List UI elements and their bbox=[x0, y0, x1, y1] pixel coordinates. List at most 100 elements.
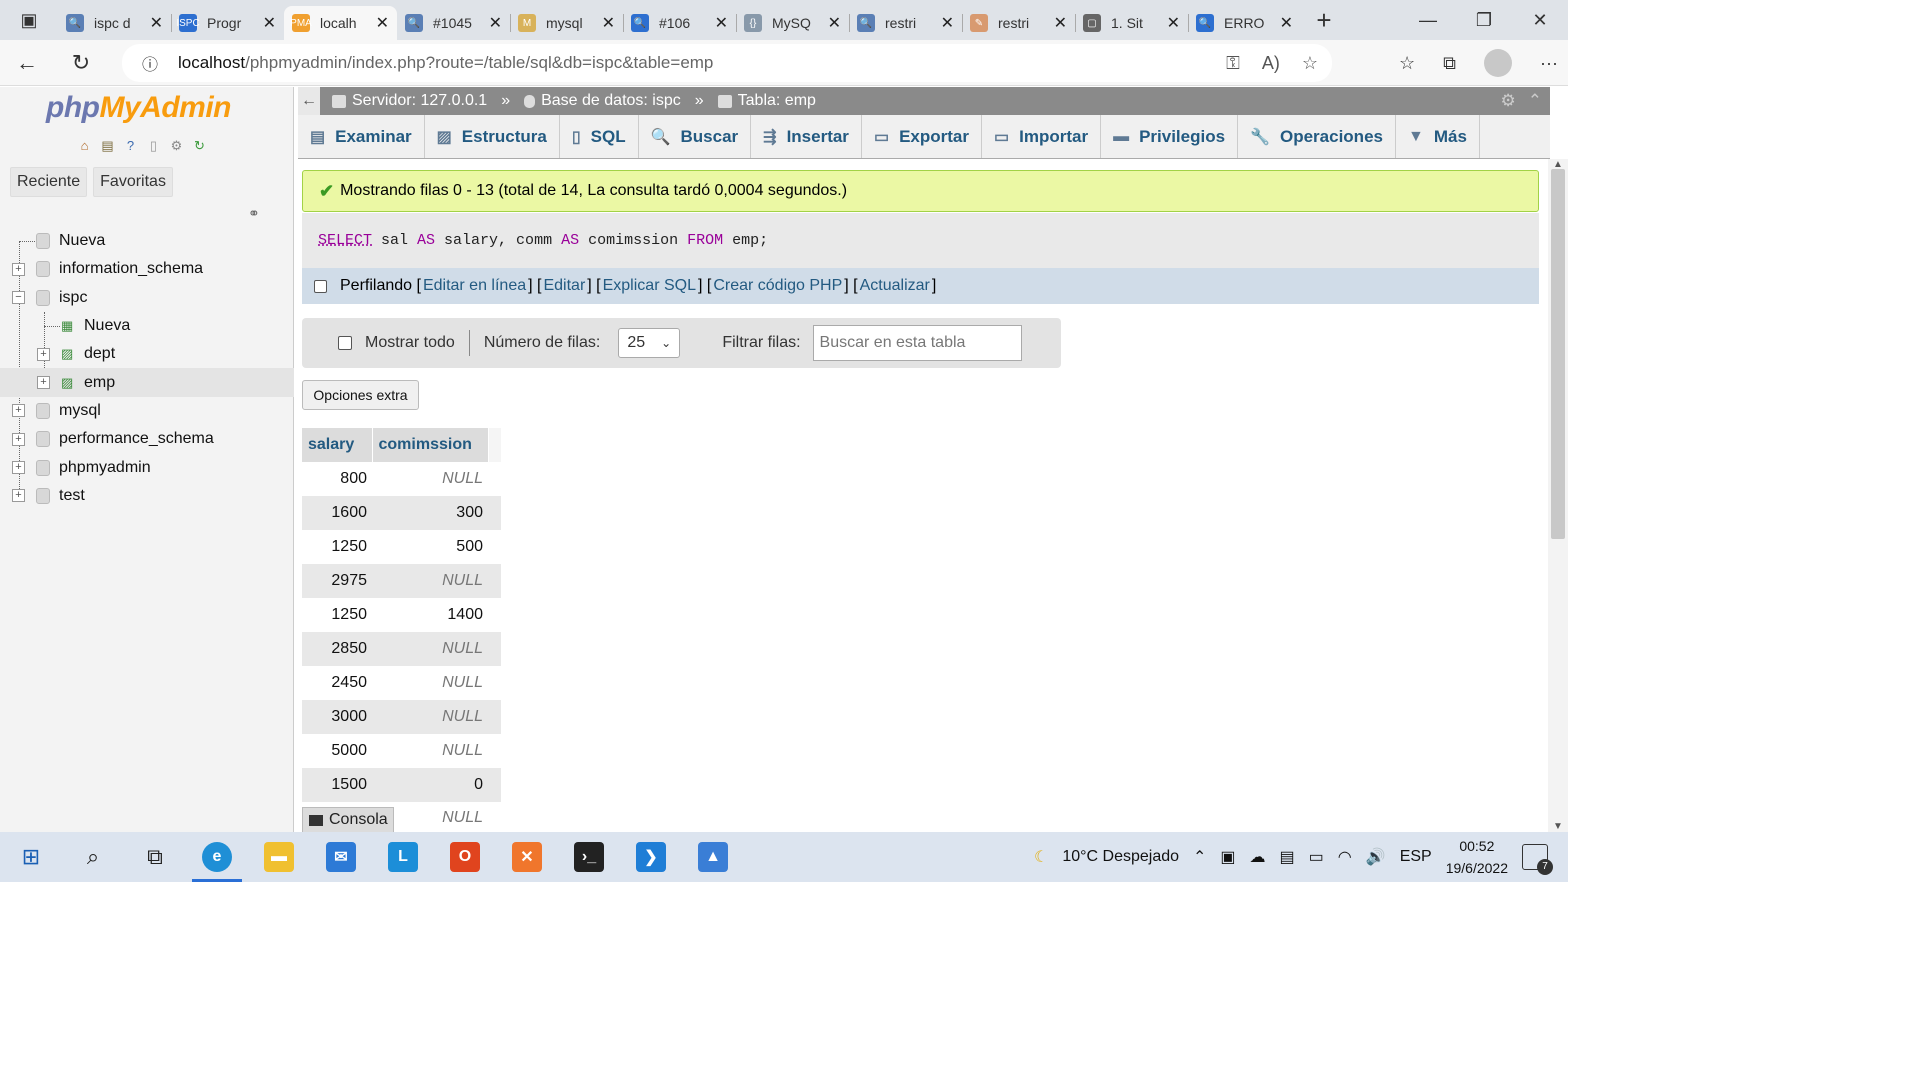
l-app-icon[interactable]: L bbox=[372, 832, 434, 882]
tree-item-ispc[interactable]: − ispc bbox=[0, 284, 294, 312]
browser-tab[interactable]: 🔍 #1045 ✕ bbox=[397, 6, 510, 40]
browser-tab[interactable]: 🔍 #106 ✕ bbox=[623, 6, 736, 40]
close-tab-icon[interactable]: ✕ bbox=[1280, 13, 1293, 33]
tab-exportar[interactable]: ▭ Exportar bbox=[862, 115, 982, 158]
expand-icon[interactable]: + bbox=[12, 432, 25, 446]
tab-insertar[interactable]: ⇶ Insertar bbox=[751, 115, 862, 158]
search-icon[interactable]: ⌕ bbox=[62, 832, 124, 882]
scrollbar-thumb[interactable] bbox=[1551, 169, 1565, 539]
close-tab-icon[interactable]: ✕ bbox=[602, 13, 615, 33]
app-tray-icon[interactable]: ▤ bbox=[1280, 847, 1295, 867]
table-row[interactable]: 1250 500 bbox=[302, 530, 501, 564]
tab-sql[interactable]: ▯ SQL bbox=[560, 115, 639, 158]
collections-icon[interactable]: ⧉ bbox=[1443, 53, 1456, 74]
breadcrumb-database[interactable]: Base de datos: ispc bbox=[541, 92, 681, 110]
office-icon[interactable]: O bbox=[434, 832, 496, 882]
tab-mas[interactable]: ▼ Más bbox=[1396, 115, 1480, 158]
tree-item-phpmyadmin[interactable]: + phpmyadmin bbox=[0, 453, 294, 481]
close-window-icon[interactable]: ✕ bbox=[1512, 0, 1568, 40]
browser-tab[interactable]: 🔍 ERRO ✕ bbox=[1188, 6, 1301, 40]
settings-icon[interactable]: ⚙ bbox=[168, 137, 185, 154]
more-options-icon[interactable]: ··· bbox=[1540, 53, 1558, 74]
key-icon[interactable]: ⚿ bbox=[1226, 53, 1240, 74]
terminal-icon[interactable]: ›_ bbox=[558, 832, 620, 882]
vscode-icon[interactable]: ❯ bbox=[620, 832, 682, 882]
restore-icon[interactable]: ❐ bbox=[1456, 0, 1512, 40]
xampp-icon[interactable]: ✕ bbox=[496, 832, 558, 882]
table-row[interactable]: 1600 300 bbox=[302, 496, 501, 530]
close-tab-icon[interactable]: ✕ bbox=[941, 13, 954, 33]
collapse-up-icon[interactable]: ⌃ bbox=[1528, 91, 1542, 111]
tab-estructura[interactable]: ▨ Estructura bbox=[425, 115, 560, 158]
tab-examinar[interactable]: ▤ Examinar bbox=[298, 115, 425, 158]
expand-icon[interactable]: + bbox=[37, 376, 50, 390]
home-icon[interactable]: ⌂ bbox=[76, 137, 93, 154]
battery-icon[interactable]: ▭ bbox=[1309, 847, 1324, 867]
tab-privilegios[interactable]: ▬ Privilegios bbox=[1101, 115, 1239, 158]
show-all-checkbox[interactable] bbox=[338, 336, 352, 350]
close-tab-icon[interactable]: ✕ bbox=[489, 13, 502, 33]
create-php-link[interactable]: Crear código PHP bbox=[711, 277, 844, 295]
logout-icon[interactable]: ▤ bbox=[99, 137, 116, 154]
task-view-icon[interactable]: ⧉ bbox=[124, 832, 186, 882]
close-tab-icon[interactable]: ✕ bbox=[263, 13, 276, 33]
breadcrumb-table[interactable]: Tabla: emp bbox=[738, 92, 816, 110]
edit-link[interactable]: Editar bbox=[541, 277, 587, 295]
edit-inline-link[interactable]: Editar en línea bbox=[421, 277, 528, 295]
meet-icon[interactable]: ▣ bbox=[1220, 847, 1235, 867]
table-row[interactable]: 800 NULL bbox=[302, 462, 501, 496]
read-aloud-icon[interactable]: A) bbox=[1262, 53, 1280, 74]
table-row[interactable]: 1250 1400 bbox=[302, 598, 501, 632]
new-tab-button[interactable]: + bbox=[1301, 0, 1347, 40]
reload-icon[interactable]: ↻ bbox=[54, 40, 108, 86]
help-icon[interactable]: ? bbox=[122, 137, 139, 154]
url-field[interactable]: ⓘ localhost/phpmyadmin/index.php?route=/… bbox=[122, 44, 1332, 82]
close-tab-icon[interactable]: ✕ bbox=[1167, 13, 1180, 33]
expand-icon[interactable]: + bbox=[12, 262, 25, 276]
close-tab-icon[interactable]: ✕ bbox=[828, 13, 841, 33]
back-icon[interactable]: ← bbox=[0, 40, 54, 86]
sql-keyword-select[interactable]: SELECT bbox=[318, 232, 372, 249]
close-tab-icon[interactable]: ✕ bbox=[376, 13, 389, 33]
gear-icon[interactable]: ⚙ bbox=[1501, 91, 1516, 111]
file-explorer-icon[interactable]: ▬ bbox=[248, 832, 310, 882]
table-row[interactable]: 5000 NULL bbox=[302, 734, 501, 768]
close-tab-icon[interactable]: ✕ bbox=[1054, 13, 1067, 33]
favorites-tab[interactable]: Favoritas bbox=[93, 167, 173, 197]
wifi-icon[interactable]: ◠ bbox=[1338, 847, 1352, 867]
cloud-icon[interactable]: ☁ bbox=[1250, 847, 1266, 867]
tab-importar[interactable]: ▭ Importar bbox=[982, 115, 1102, 158]
column-header-comimssion[interactable]: comimssion bbox=[372, 428, 489, 462]
weather-text[interactable]: 10°C Despejado bbox=[1062, 848, 1179, 866]
browser-tab[interactable]: ▢ 1. Sit ✕ bbox=[1075, 6, 1188, 40]
refresh-icon[interactable]: ↻ bbox=[191, 137, 208, 154]
extra-options-button[interactable]: Opciones extra bbox=[302, 380, 419, 410]
edge-icon[interactable]: e bbox=[186, 832, 248, 882]
tree-item-ispc-nueva[interactable]: ▦ Nueva bbox=[0, 312, 294, 340]
tab-actions-icon[interactable]: ▣ bbox=[0, 0, 58, 40]
close-tab-icon[interactable]: ✕ bbox=[715, 13, 728, 33]
close-tab-icon[interactable]: ✕ bbox=[150, 13, 163, 33]
console-button[interactable]: Consola bbox=[302, 807, 394, 833]
avatar[interactable] bbox=[1484, 49, 1513, 77]
browser-tab[interactable]: ✎ restri ✕ bbox=[962, 6, 1075, 40]
tree-item-performance-schema[interactable]: + performance_schema bbox=[0, 425, 294, 453]
tree-item-mysql[interactable]: + mysql bbox=[0, 397, 294, 425]
recent-tab[interactable]: Reciente bbox=[10, 167, 88, 197]
tree-item-dept[interactable]: + ▨ dept bbox=[0, 340, 294, 368]
breadcrumb-server[interactable]: Servidor: 127.0.0.1 bbox=[352, 92, 487, 110]
browser-tab[interactable]: Mmysql ✕ bbox=[510, 6, 623, 40]
site-info-icon[interactable]: ⓘ bbox=[122, 51, 178, 75]
collapse-sidebar-icon[interactable]: ← bbox=[298, 87, 320, 115]
mail-icon[interactable]: ✉ bbox=[310, 832, 372, 882]
tree-item-information-schema[interactable]: + information_schema bbox=[0, 255, 294, 283]
rows-per-page-select[interactable]: 25 ⌄ bbox=[618, 328, 681, 358]
expand-icon[interactable]: + bbox=[12, 404, 25, 418]
expand-icon[interactable]: + bbox=[12, 489, 25, 503]
phpmyadmin-logo[interactable]: phpMyAdmin bbox=[46, 91, 231, 125]
table-row[interactable]: 2850 NULL bbox=[302, 632, 501, 666]
tab-operaciones[interactable]: 🔧 Operaciones bbox=[1238, 115, 1396, 158]
browser-tab[interactable]: ISPC Progr ✕ bbox=[171, 6, 284, 40]
explain-sql-link[interactable]: Explicar SQL bbox=[601, 277, 698, 295]
language-indicator[interactable]: ESP bbox=[1400, 848, 1432, 866]
